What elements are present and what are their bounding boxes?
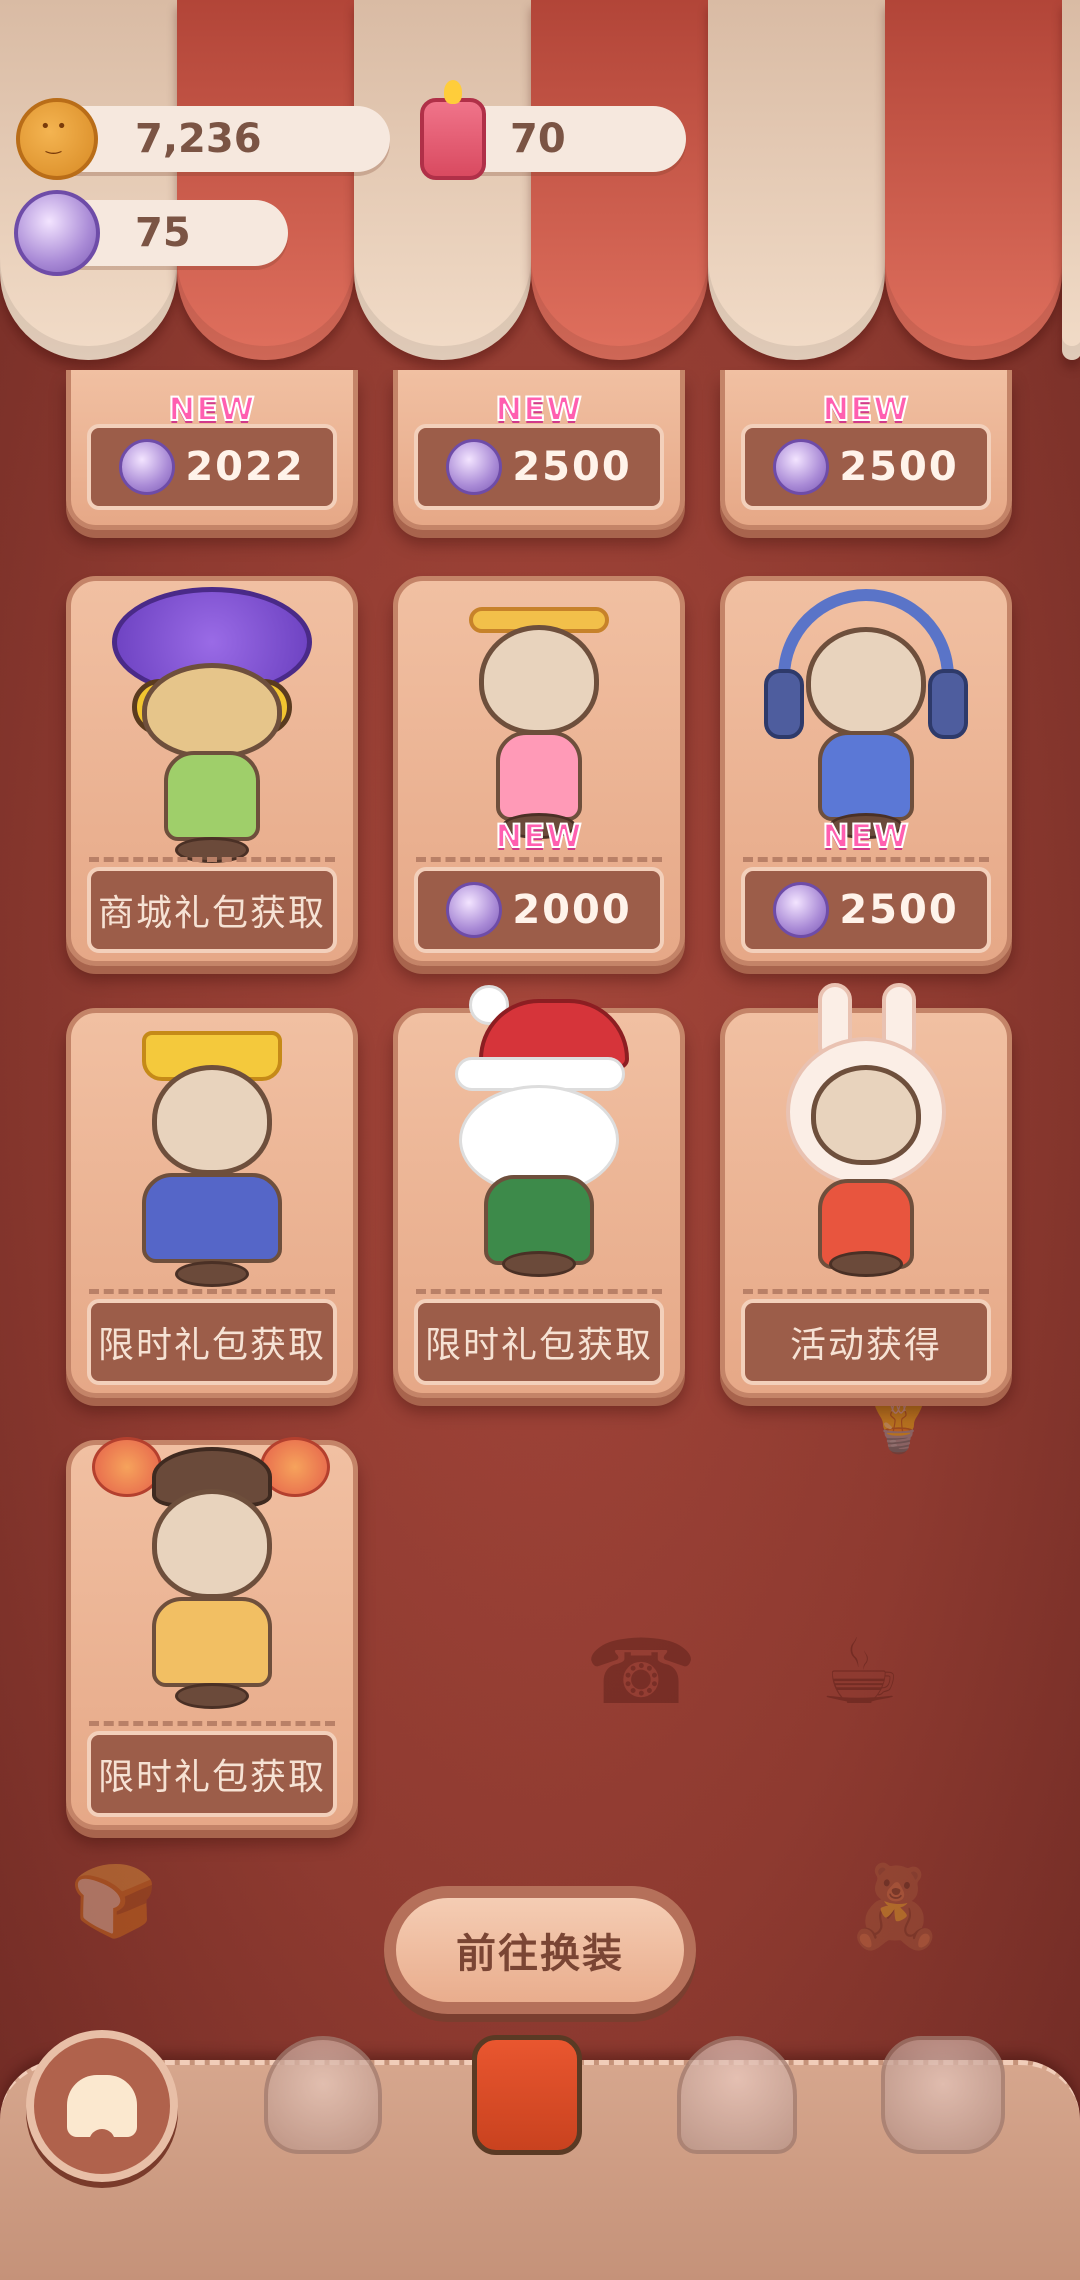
- awning-stripe: [177, 0, 354, 360]
- scroll-mask: [0, 360, 1080, 400]
- outfit-icon: [472, 2035, 582, 2155]
- price-tag: 2500: [741, 424, 991, 510]
- obtain-method-label: 限时礼包获取: [87, 1731, 337, 1817]
- gem-count: 75: [135, 210, 191, 256]
- price-tag: 2500: [414, 424, 664, 510]
- cup-doodle-icon: ☕: [820, 1620, 901, 1725]
- gem-icon: [14, 190, 100, 276]
- obtain-method-label: 商城礼包获取: [87, 867, 337, 953]
- outfit-card-santa-claus[interactable]: 限时礼包获取: [393, 985, 685, 1398]
- magical-girl-outfit-figure: [439, 601, 639, 839]
- outfit-card-magical-girl[interactable]: NEW 2000: [393, 576, 685, 966]
- price-tag: 2000: [414, 867, 664, 953]
- santa-claus-outfit-figure: [429, 985, 649, 1285]
- golden-crown-cape-outfit-figure: [102, 1023, 322, 1293]
- nav-carousel-button[interactable]: [258, 2030, 388, 2160]
- price-value: 2500: [512, 444, 632, 490]
- price-value: 2500: [839, 887, 959, 933]
- gem-icon: [773, 882, 830, 938]
- awning-stripe: [1062, 0, 1080, 360]
- price-tag: 2022: [87, 424, 337, 510]
- cookie-icon: [16, 98, 98, 180]
- teddy-bear-doodle-icon: 🧸: [845, 1860, 945, 1953]
- awning-stripe: [354, 0, 531, 360]
- obtain-method-label: 活动获得: [741, 1299, 991, 1385]
- tiger-purple-hat-outfit-figure: [102, 581, 322, 871]
- outfit-card-bunny-hood[interactable]: 活动获得: [720, 983, 1012, 1398]
- awning-stripe: [708, 0, 885, 360]
- awning-stripe: [0, 0, 177, 360]
- carousel-icon: [264, 2036, 382, 2154]
- obtain-method-label: 限时礼包获取: [87, 1299, 337, 1385]
- flower-headdress-outfit-figure: [92, 1437, 332, 1727]
- shop-awning: [0, 0, 1080, 360]
- nav-furniture-button[interactable]: [878, 2030, 1008, 2160]
- nav-mushroom-house-button[interactable]: [672, 2030, 802, 2160]
- go-to-dress-up-button[interactable]: 前往换装: [384, 1886, 696, 2014]
- outfit-card-headphones-hoodie[interactable]: NEW 2500: [720, 576, 1012, 966]
- go-to-dress-up-label: 前往换装: [396, 1898, 684, 2002]
- tooth-icon: [67, 2075, 137, 2155]
- bread-doodle-icon: 🍞: [70, 1860, 158, 1942]
- awning-stripe: [531, 0, 708, 360]
- awning-stripe: [885, 0, 1062, 360]
- obtain-method-label: 限时礼包获取: [414, 1299, 664, 1385]
- price-value: 2022: [185, 444, 305, 490]
- outfit-card-golden-crown[interactable]: 限时礼包获取: [66, 1008, 358, 1398]
- new-badge: NEW: [495, 816, 583, 856]
- outfit-card-tiger-purple-hat[interactable]: 商城礼包获取: [66, 576, 358, 966]
- outfit-card-flower-headdress[interactable]: 限时礼包获取: [66, 1437, 358, 1830]
- candle-count: 70: [510, 116, 566, 162]
- nav-wardrobe-button[interactable]: [462, 2030, 592, 2160]
- price-tag: 2500: [741, 867, 991, 953]
- headphones-hoodie-outfit-figure: [756, 581, 976, 839]
- gem-icon: [446, 882, 503, 938]
- lamp-table-icon: [881, 2036, 1005, 2154]
- candle-icon: [420, 80, 486, 180]
- mushroom-house-icon: [677, 2036, 797, 2154]
- telephone-doodle-icon: ☎: [585, 1620, 698, 1725]
- cookie-count: 7,236: [135, 116, 262, 162]
- gem-icon: [773, 439, 830, 495]
- bunny-hood-outfit-figure: [766, 983, 966, 1293]
- nav-home-button[interactable]: [26, 2030, 178, 2182]
- gem-icon: [119, 439, 176, 495]
- new-badge: NEW: [822, 816, 910, 856]
- gem-icon: [446, 439, 503, 495]
- price-value: 2500: [839, 444, 959, 490]
- price-value: 2000: [512, 887, 632, 933]
